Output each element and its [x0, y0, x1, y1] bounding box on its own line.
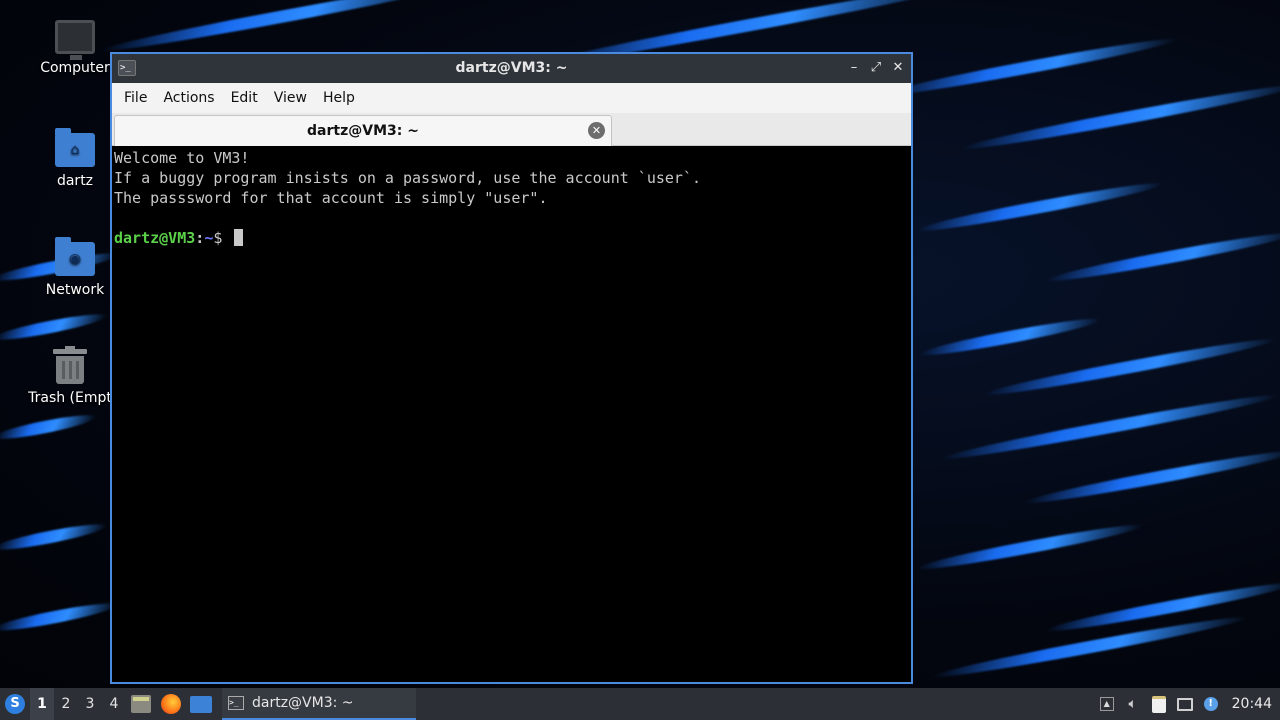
terminal-line: Welcome to VM3!	[114, 149, 250, 167]
launcher-file-manager[interactable]	[126, 688, 156, 720]
show-hidden-icon: ▲	[1099, 697, 1114, 711]
desktop-icon-label: Trash (Empt	[28, 390, 112, 406]
desktop-icon-label: Computer	[40, 60, 110, 76]
prompt-dollar: $	[213, 229, 232, 247]
clipboard-icon	[1151, 695, 1166, 713]
prompt-user-host: dartz@VM3	[114, 229, 196, 247]
computer-icon	[55, 20, 95, 60]
workspace-2[interactable]: 2	[54, 688, 78, 720]
tab-terminal[interactable]: dartz@VM3: ~ ✕	[114, 115, 612, 146]
menu-edit[interactable]: Edit	[223, 90, 266, 106]
close-button[interactable]: ✕	[889, 58, 907, 78]
tray-network[interactable]	[1172, 688, 1198, 720]
start-menu-icon: S	[5, 694, 25, 714]
launcher-show-desktop[interactable]	[186, 688, 216, 720]
tray-clipboard[interactable]	[1146, 688, 1172, 720]
tray-volume[interactable]: 🔈︎	[1120, 688, 1146, 720]
menu-bar: File Actions Edit View Help	[112, 83, 911, 113]
window-titlebar[interactable]: >_ dartz@VM3: ~ – ⤢ ✕	[112, 54, 911, 83]
tab-close-icon[interactable]: ✕	[588, 122, 605, 139]
launcher-firefox[interactable]	[156, 688, 186, 720]
workspace-3[interactable]: 3	[78, 688, 102, 720]
system-tray: ▲ 🔈︎ ! 20:44	[1094, 688, 1280, 720]
taskbar-task-terminal[interactable]: >_ dartz@VM3: ~	[222, 688, 416, 720]
prompt-separator: :	[195, 229, 205, 247]
prompt-path: ~	[204, 229, 214, 247]
menu-help[interactable]: Help	[315, 90, 363, 106]
terminal-line: If a buggy program insists on a password…	[114, 169, 701, 187]
clock[interactable]: 20:44	[1232, 696, 1272, 712]
network-icon	[1176, 697, 1193, 711]
workspace-1[interactable]: 1	[30, 688, 54, 720]
workspace-4[interactable]: 4	[102, 688, 126, 720]
terminal-window[interactable]: >_ dartz@VM3: ~ – ⤢ ✕ File Actions Edit …	[110, 52, 913, 684]
show-desktop-icon	[190, 695, 212, 713]
trash-icon	[53, 346, 87, 384]
firefox-icon	[161, 694, 181, 714]
tab-bar: dartz@VM3: ~ ✕	[112, 113, 911, 146]
desktop-icon-label: Network	[45, 282, 105, 298]
menu-file[interactable]: File	[116, 90, 155, 106]
window-title: dartz@VM3: ~	[455, 60, 568, 76]
task-label: dartz@VM3: ~	[252, 695, 354, 711]
minimize-button[interactable]: –	[845, 58, 863, 78]
tab-label: dartz@VM3: ~	[307, 123, 419, 139]
home-folder-icon: ⌂	[55, 128, 95, 167]
terminal-output[interactable]: Welcome to VM3! If a buggy program insis…	[112, 146, 911, 682]
menu-actions[interactable]: Actions	[155, 90, 222, 106]
volume-icon: 🔈︎	[1128, 696, 1137, 712]
network-folder-icon: ◉	[55, 237, 95, 276]
maximize-button[interactable]: ⤢	[867, 58, 885, 78]
start-menu-button[interactable]: S	[0, 688, 30, 720]
terminal-icon: >_	[228, 696, 244, 710]
file-manager-icon	[131, 695, 151, 713]
tray-show-hidden[interactable]: ▲	[1094, 688, 1120, 720]
taskbar: S 1 2 3 4 >_ dartz@VM3: ~ ▲ 🔈︎ ! 20:44	[0, 688, 1280, 720]
menu-view[interactable]: View	[266, 90, 315, 106]
terminal-line: The passsword for that account is simply…	[114, 189, 548, 207]
desktop-icon-trash[interactable]: Trash (Empt	[20, 346, 120, 406]
desktop-icon-label: dartz	[56, 173, 94, 189]
text-cursor	[234, 229, 244, 246]
tray-notifications[interactable]: !	[1198, 688, 1224, 720]
terminal-prompt[interactable]: dartz@VM3:~$	[114, 228, 909, 248]
notification-icon: !	[1203, 697, 1218, 711]
